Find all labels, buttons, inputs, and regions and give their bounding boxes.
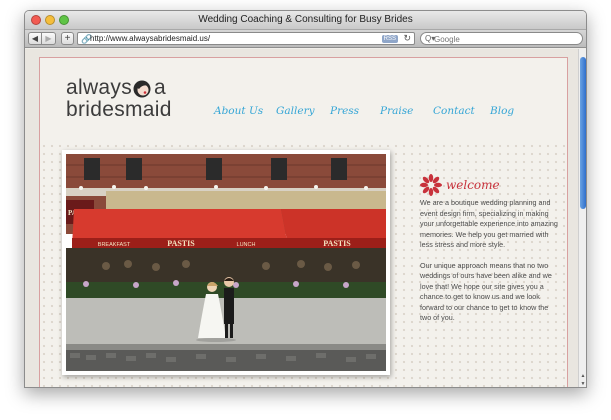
history-buttons: ◀ ▶	[28, 32, 56, 45]
back-button[interactable]: ◀	[28, 32, 42, 45]
search-input[interactable]	[434, 34, 574, 44]
welcome-paragraph-2: Our unique approach means that no two we…	[420, 260, 552, 323]
window-title: Wedding Coaching & Consulting for Busy B…	[198, 14, 413, 25]
address-bar[interactable]: 🔗 http://www.alwaysabridesmaid.us/ RSS ↻	[77, 32, 415, 45]
welcome-paragraph-1: We are a boutique wedding planning and e…	[420, 198, 558, 249]
scroll-up-arrow-icon[interactable]: ▲	[579, 372, 586, 380]
rss-badge[interactable]: RSS	[381, 35, 398, 43]
nav-about-us[interactable]: About Us	[214, 105, 263, 117]
nav-contact[interactable]: Contact	[433, 105, 475, 117]
logo-text-a: a	[154, 76, 166, 99]
awning-lunch-text: LUNCH	[237, 242, 256, 248]
browser-window: Wedding Coaching & Consulting for Busy B…	[24, 10, 587, 388]
awning-breakfast-text: BREAKFAST	[98, 242, 131, 248]
welcome-section: welcome We are a boutique wedding planni…	[420, 174, 560, 324]
nav-praise[interactable]: Praise	[380, 105, 413, 117]
forward-button[interactable]: ▶	[42, 32, 56, 45]
browser-toolbar: ◀ ▶ + 🔗 http://www.alwaysabridesmaid.us/…	[25, 30, 586, 48]
scroll-down-arrow-icon[interactable]: ▼	[579, 380, 586, 387]
title-bar: Wedding Coaching & Consulting for Busy B…	[25, 11, 586, 30]
welcome-heading: welcome	[420, 174, 560, 198]
site-page: always a bridesmaid About Us Gallery Pre…	[39, 57, 569, 387]
logo-text-always: always	[66, 76, 132, 99]
bridesmaid-face-icon	[133, 80, 151, 98]
address-url[interactable]: http://www.alwaysabridesmaid.us/	[90, 34, 210, 44]
search-field[interactable]: Q▾	[420, 32, 583, 45]
nav-blog[interactable]: Blog	[490, 105, 514, 117]
awning-pastis-text: PASTIS	[167, 239, 195, 248]
wedding-photo-image: PASTIS BREAKFAST PASTIS LUNCH PASTIS	[66, 154, 386, 371]
nav-press[interactable]: Press	[330, 105, 359, 117]
hero-photo: PASTIS BREAKFAST PASTIS LUNCH PASTIS	[62, 150, 390, 375]
add-bookmark-button[interactable]: +	[61, 32, 74, 45]
flower-icon	[420, 174, 442, 196]
awning-right-pastis-text: PASTIS	[323, 239, 351, 248]
site-navigation: About Us Gallery Press Praise Contact Bl…	[214, 105, 544, 121]
site-logo[interactable]: always a bridesmaid	[66, 76, 176, 126]
logo-text-bridesmaid: bridesmaid	[66, 98, 172, 121]
vertical-scrollbar[interactable]: ▲ ▼	[578, 49, 586, 387]
scrollbar-thumb[interactable]	[580, 57, 586, 209]
reload-icon[interactable]: ↻	[403, 33, 411, 44]
web-content: always a bridesmaid About Us Gallery Pre…	[25, 49, 580, 387]
welcome-title: welcome	[446, 178, 500, 192]
nav-gallery[interactable]: Gallery	[276, 105, 315, 117]
